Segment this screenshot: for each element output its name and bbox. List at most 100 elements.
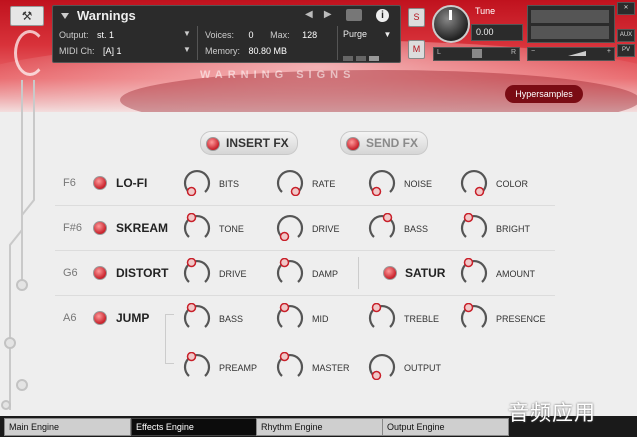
purge-label: Purge bbox=[343, 29, 368, 39]
midi-value: [A] 1 bbox=[103, 46, 122, 56]
satur-enable-led-icon[interactable] bbox=[383, 266, 397, 280]
next-instrument-button[interactable]: ▶ bbox=[324, 9, 332, 20]
param-label-amount: AMOUNT bbox=[496, 269, 535, 279]
param-label-mid: MID bbox=[312, 314, 329, 324]
product-logo-text: WARNING SIGNS bbox=[200, 69, 356, 81]
pv-button[interactable]: PV bbox=[617, 44, 635, 57]
param-label-treble: TREBLE bbox=[404, 314, 440, 324]
voices-label: Voices: bbox=[205, 30, 235, 40]
note-label: F#6 bbox=[63, 222, 82, 234]
memory-value: 80.80 MB bbox=[248, 46, 288, 56]
param-label-tone: TONE bbox=[219, 224, 244, 234]
param-label-preamp: PREAMP bbox=[219, 363, 258, 373]
insert-led-icon bbox=[206, 136, 220, 151]
knob-drive[interactable] bbox=[183, 258, 211, 286]
param-label-bass: BASS bbox=[404, 224, 429, 234]
knob-tone[interactable] bbox=[183, 213, 211, 241]
output-selector[interactable]: Output: st. 1 bbox=[59, 30, 114, 40]
fx-name-jump: JUMP bbox=[116, 311, 150, 325]
fx-name-lo-fi: LO-FI bbox=[116, 176, 148, 190]
param-label-damp: DAMP bbox=[312, 269, 339, 279]
tab-main-engine[interactable]: Main Engine bbox=[4, 418, 131, 436]
knob-bits[interactable] bbox=[183, 168, 211, 196]
midi-dropdown-icon[interactable]: ▼ bbox=[183, 45, 191, 54]
send-led-icon bbox=[346, 136, 360, 151]
voices-value: 0 bbox=[248, 30, 254, 40]
volume-slider[interactable]: − + bbox=[527, 47, 615, 61]
close-icon[interactable]: ✕ bbox=[617, 2, 635, 15]
camera-icon[interactable] bbox=[346, 9, 362, 21]
purge-indicator bbox=[343, 48, 391, 61]
tune-value[interactable]: 0.00 bbox=[471, 24, 523, 41]
pan-left-label: L bbox=[437, 49, 441, 56]
send-fx-button[interactable]: SEND FX bbox=[340, 131, 428, 155]
mute-button[interactable]: M bbox=[408, 40, 425, 59]
knob-bright[interactable] bbox=[460, 213, 488, 241]
circuit-decoration bbox=[1, 80, 35, 410]
wrench-icon[interactable]: ⚒ bbox=[10, 6, 44, 26]
fx-enable-led-icon[interactable] bbox=[93, 311, 107, 325]
fx-enable-led-icon[interactable] bbox=[93, 221, 107, 235]
output-dropdown-icon[interactable]: ▼ bbox=[183, 29, 191, 38]
fx-enable-led-icon[interactable] bbox=[93, 266, 107, 280]
fx-name-skream: SKREAM bbox=[116, 221, 169, 235]
note-label: F6 bbox=[63, 177, 76, 189]
knob-mid[interactable] bbox=[276, 303, 304, 331]
tune-label: Tune bbox=[475, 6, 496, 16]
knob-color[interactable] bbox=[460, 168, 488, 196]
param-label-master: MASTER bbox=[312, 363, 350, 373]
level-meter bbox=[527, 5, 615, 43]
memory-readout: Memory: 80.80 MB bbox=[205, 46, 287, 56]
pan-slider[interactable]: L R bbox=[433, 47, 520, 61]
knob-amount[interactable] bbox=[460, 258, 488, 286]
purge-dropdown-icon: ▼ bbox=[383, 30, 392, 39]
purge-button[interactable]: Purge ▼ bbox=[343, 29, 391, 39]
knob-damp[interactable] bbox=[276, 258, 304, 286]
param-label-drive: DRIVE bbox=[219, 269, 247, 279]
tune-knob[interactable] bbox=[432, 5, 470, 43]
tab-output-engine[interactable]: Output Engine bbox=[382, 418, 509, 436]
knob-drive[interactable] bbox=[276, 213, 304, 241]
tab-rhythm-engine[interactable]: Rhythm Engine bbox=[256, 418, 383, 436]
knob-output[interactable] bbox=[368, 352, 396, 380]
solo-button[interactable]: S bbox=[408, 8, 425, 27]
output-label: Output: bbox=[59, 30, 89, 40]
note-label: A6 bbox=[63, 312, 77, 324]
note-label: G6 bbox=[63, 267, 78, 279]
knob-noise[interactable] bbox=[368, 168, 396, 196]
max-value[interactable]: 128 bbox=[302, 30, 317, 40]
volume-minus-label: − bbox=[531, 48, 536, 55]
watermark-text: 音频应用 bbox=[508, 402, 596, 425]
fx-enable-led-icon[interactable] bbox=[93, 176, 107, 190]
midi-selector[interactable]: MIDI Ch: [A] 1 bbox=[59, 46, 122, 56]
knob-bass[interactable] bbox=[183, 303, 211, 331]
memory-label: Memory: bbox=[205, 46, 241, 56]
info-icon[interactable]: i bbox=[376, 9, 389, 22]
tab-effects-engine[interactable]: Effects Engine bbox=[131, 418, 258, 436]
knob-presence[interactable] bbox=[460, 303, 488, 331]
instrument-nav[interactable]: ◀ ▶ bbox=[305, 9, 332, 20]
knob-preamp[interactable] bbox=[183, 352, 211, 380]
param-label-drive: DRIVE bbox=[312, 224, 340, 234]
param-label-bright: BRIGHT bbox=[496, 224, 531, 234]
voices-readout: Voices: 0 Max: 128 bbox=[205, 30, 317, 40]
param-label-rate: RATE bbox=[312, 179, 336, 189]
midi-label: MIDI Ch: bbox=[59, 46, 95, 56]
jump-bracket bbox=[165, 314, 174, 364]
knob-bass[interactable] bbox=[368, 213, 396, 241]
pan-right-label: R bbox=[510, 49, 516, 56]
output-value: st. 1 bbox=[97, 30, 115, 40]
instrument-name[interactable]: Warnings bbox=[77, 8, 136, 23]
knob-treble[interactable] bbox=[368, 303, 396, 331]
prev-instrument-button[interactable]: ◀ bbox=[305, 9, 313, 20]
chevron-down-icon[interactable] bbox=[61, 13, 69, 19]
knob-master[interactable] bbox=[276, 352, 304, 380]
param-label-bits: BITS bbox=[219, 179, 240, 189]
insert-fx-button[interactable]: INSERT FX bbox=[200, 131, 298, 155]
param-label-noise: NOISE bbox=[404, 179, 433, 189]
knob-rate[interactable] bbox=[276, 168, 304, 196]
volume-plus-label: + bbox=[606, 48, 611, 55]
aux-button[interactable]: AUX bbox=[617, 29, 635, 42]
max-label: Max: bbox=[270, 30, 290, 40]
param-label-bass: BASS bbox=[219, 314, 244, 324]
